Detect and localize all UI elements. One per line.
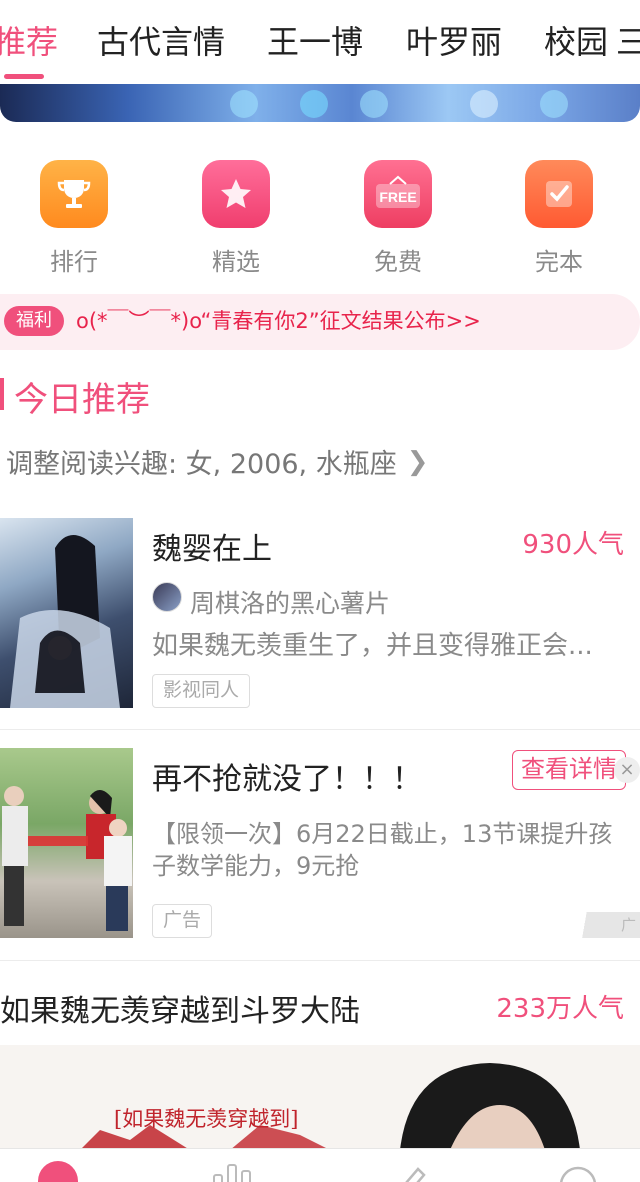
banner-decoration [300,90,328,118]
home-icon[interactable] [36,1159,80,1182]
quick-entry-completed[interactable]: 完本 [499,160,619,277]
quick-entry-ranking[interactable]: 排行 [14,160,134,277]
popularity-count: 930人气 [522,530,624,560]
tab-wang-yibo[interactable]: 王一博 [267,20,363,64]
bottom-navigation [0,1148,640,1182]
pen-icon[interactable] [384,1159,428,1182]
profile-icon[interactable] [556,1159,600,1182]
chevron-right-icon: ❯ [406,446,429,477]
book-cover[interactable] [0,518,133,708]
close-icon[interactable]: × [614,757,640,783]
banner-decoration [230,90,258,118]
quick-entry-label: 免费 [374,248,422,276]
section-title: 今日推荐 [14,380,150,420]
banner-decoration [360,90,388,118]
section-accent-bar [0,378,4,410]
ad-tag: 广告 [152,904,213,938]
reading-interest-text: 调整阅读兴趣: 女, 2006, 水瓶座 [6,449,397,480]
ad-image[interactable] [0,748,133,938]
check-note-icon [525,160,593,228]
tab-more[interactable]: 三 [616,20,640,64]
quick-entry-free[interactable]: FREE 免费 [338,160,458,277]
popularity-count: 233万人气 [496,994,624,1024]
story-cover-text: [如果魏无羡穿越到] [114,1107,299,1131]
quick-entry-label: 完本 [535,248,583,276]
quick-entry-label: 精选 [212,248,260,276]
story-cover-image[interactable]: [如果魏无羡穿越到] [0,1045,640,1150]
free-sign-text: FREE [379,189,416,205]
book-description: 如果魏无羡重生了，并且变得雅正会... [152,631,593,661]
active-tab-indicator [4,74,44,79]
reading-interest-link[interactable]: 调整阅读兴趣: 女, 2006, 水瓶座 ❯ [6,442,429,481]
welfare-notice-text[interactable]: o(*￣︶￣*)o“青春有你2”征文结果公布>> [76,306,481,336]
ad-description: 【限领一次】6月22日截止，13节课提升孩子数学能力，9元抢 [152,820,613,880]
quick-entry-row: 排行 精选 FREE 免费 完本 [0,150,640,280]
ad-platform-mark: 广 [574,912,640,938]
story-title[interactable]: 如果魏无羡穿越到斗罗大陆 [0,986,360,1030]
banner-carousel[interactable] [0,84,640,122]
book-title[interactable]: 魏婴在上 [152,524,272,568]
star-icon [202,160,270,228]
tab-campus[interactable]: 校园 [544,20,608,64]
welfare-notice-bar[interactable]: 福利 o(*￣︶￣*)o“青春有你2”征文结果公布>> [0,294,640,350]
trophy-icon [40,160,108,228]
quick-entry-featured[interactable]: 精选 [176,160,296,277]
divider [0,960,640,961]
tab-ye-luoli[interactable]: 叶罗丽 [406,20,502,64]
genre-tag: 影视同人 [152,674,251,708]
tab-ancient-romance[interactable]: 古代言情 [97,20,225,64]
view-details-button[interactable]: 查看详情 [512,750,626,790]
tab-recommend[interactable]: 推荐 [0,20,58,64]
category-tabs: 推荐 古代言情 王一博 叶罗丽 校园 三 [0,0,640,84]
free-sign-icon: FREE [364,160,432,228]
banner-decoration [470,90,498,118]
ranking-bars-icon[interactable] [210,1159,254,1182]
author-name[interactable]: 周棋洛的黑心薯片 [190,584,390,620]
avatar [152,582,182,612]
divider [0,729,640,730]
quick-entry-label: 排行 [50,248,98,276]
ad-title[interactable]: 再不抢就没了！！！ [152,754,422,798]
banner-decoration [540,90,568,118]
welfare-badge: 福利 [4,306,64,336]
